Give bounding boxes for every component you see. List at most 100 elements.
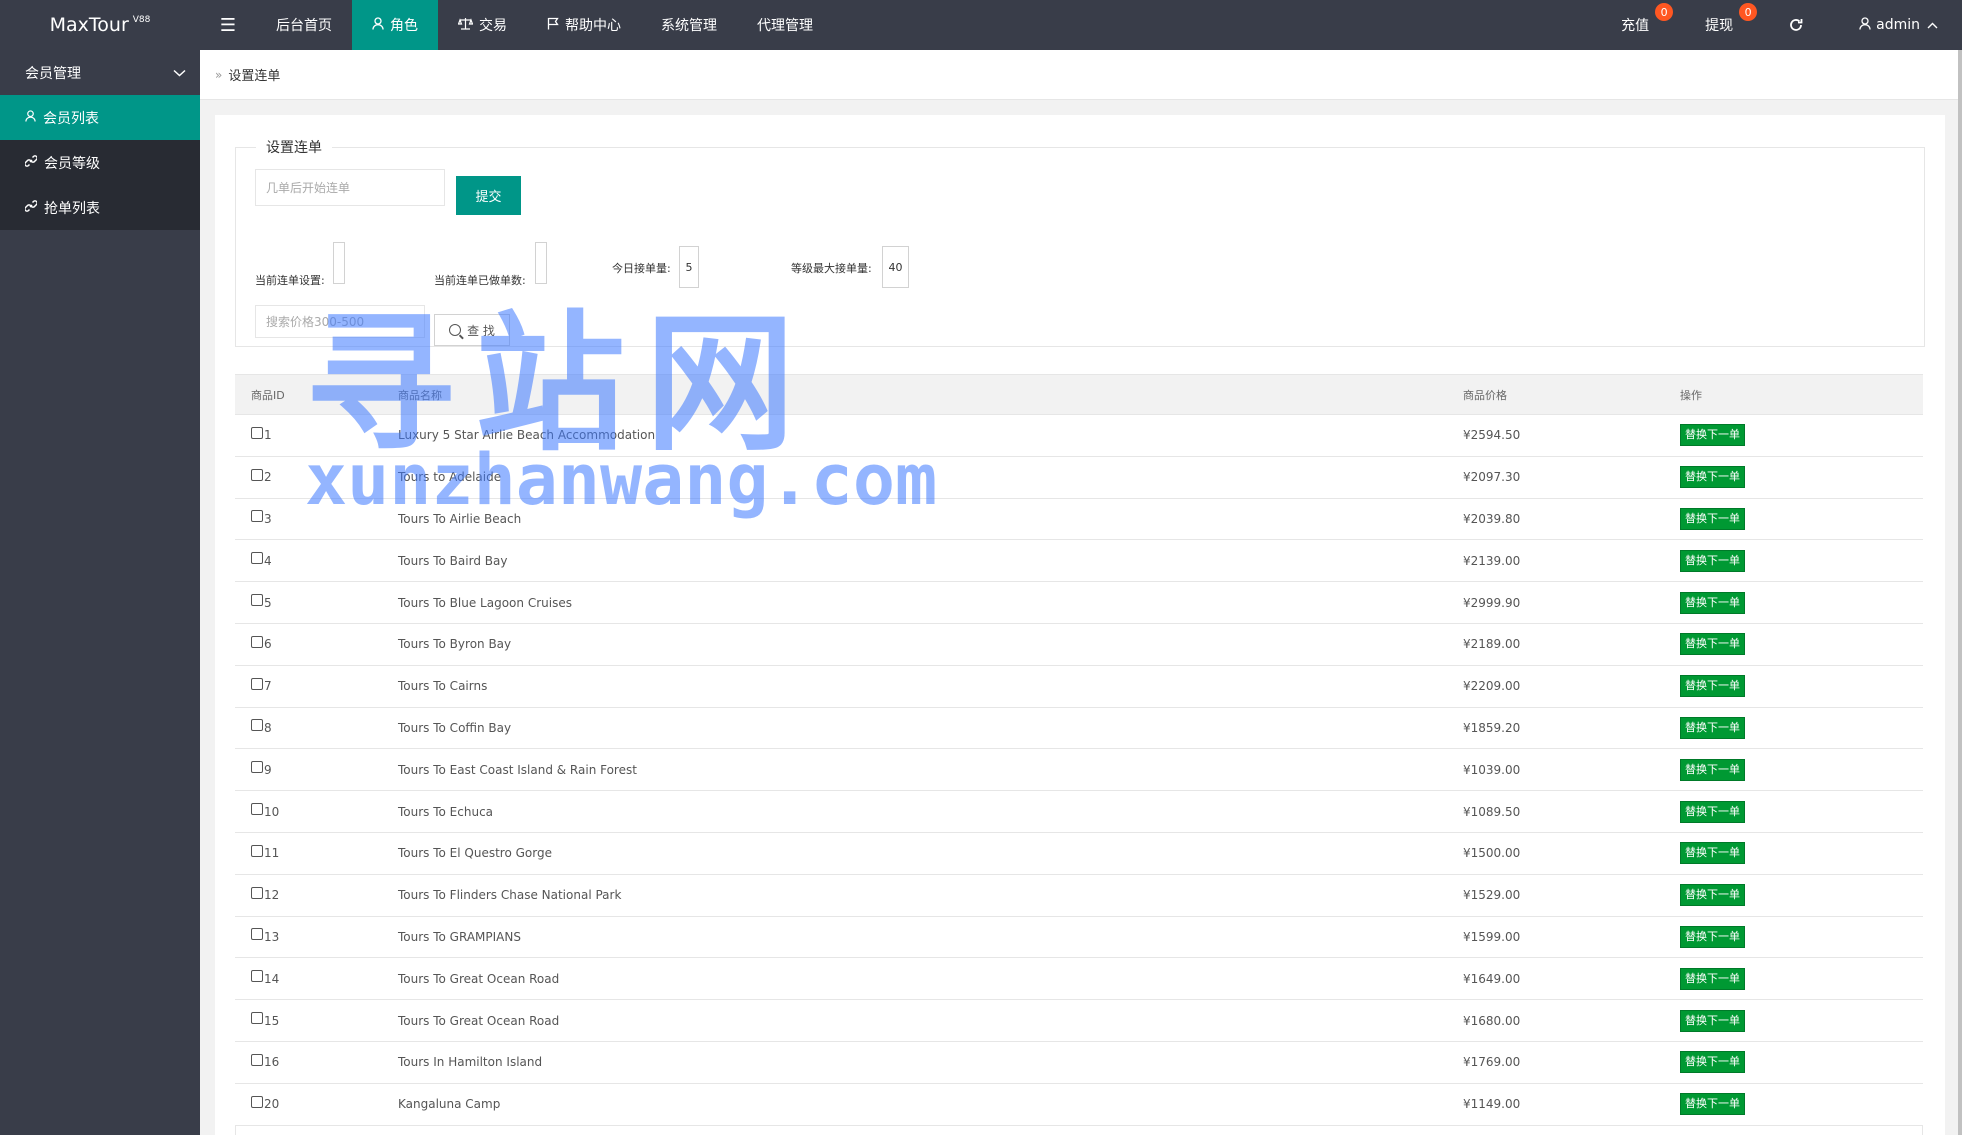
table-row: 5 Tours To Blue Lagoon Cruises ¥2999.90 替换下… [235,581,1923,624]
sidebar-item-member-list[interactable]: 会员列表 [0,95,200,140]
table-header-row: 商品ID 商品名称 商品价格 操作 [235,374,1923,415]
replace-next-order-button[interactable]: 替换下一单 [1680,549,1745,572]
product-price: ¥2594.50 [1463,414,1680,457]
user-icon [1859,16,1871,34]
row-checkbox[interactable] [251,719,263,732]
replace-next-order-button[interactable]: 替换下一单 [1680,1009,1745,1032]
replace-next-order-button[interactable]: 替换下一单 [1680,842,1745,865]
replace-next-order-button[interactable]: 替换下一单 [1680,925,1745,948]
nav-dashboard-label: 后台首页 [276,18,332,34]
menu-toggle-icon[interactable]: ☰ [200,0,256,50]
sidebar-group-members[interactable]: 会员管理 [0,50,200,95]
row-checkbox[interactable] [251,1012,263,1025]
nav-agent[interactable]: 代理管理 [737,0,833,50]
row-checkbox[interactable] [251,510,263,523]
replace-next-order-button[interactable]: 替换下一单 [1680,800,1745,823]
replace-next-order-button[interactable]: 替换下一单 [1680,466,1745,489]
row-checkbox[interactable] [251,886,263,899]
user-menu[interactable]: admin [1839,0,1962,50]
cell-id: 16 [235,1041,398,1084]
replace-next-order-button[interactable]: 替换下一单 [1680,633,1745,656]
row-checkbox[interactable] [251,468,263,481]
cell-id: 6 [235,623,398,666]
product-name: Tours To El Questro Gorge [398,832,1463,875]
col-header-action: 操作 [1680,374,1923,415]
search-button[interactable]: 查 找 [434,314,510,346]
replace-next-order-button[interactable]: 替换下一单 [1680,1051,1745,1074]
refresh-icon[interactable] [1755,0,1839,50]
row-checkbox[interactable] [251,677,263,690]
page-scrollbar[interactable] [1958,50,1962,1135]
chevron-down-icon [173,65,186,81]
row-checkbox[interactable] [251,928,263,941]
cell-id: 15 [235,999,398,1042]
product-name: Tours To Flinders Chase National Park [398,874,1463,917]
row-checkbox[interactable] [251,1053,263,1066]
user-icon [372,16,384,34]
price-search-input[interactable]: 搜索价格300-500 [255,305,425,338]
sidebar-submenu: 会员列表 会员等级 抢单列表 [0,95,200,230]
nav-system[interactable]: 系统管理 [641,0,737,50]
cell-id: 2 [235,456,398,499]
row-checkbox[interactable] [251,970,263,983]
app-logo[interactable]: MaxTour V88 [0,0,200,50]
table-row: 14 Tours To Great Ocean Road ¥1649.00 替换下一单 [235,957,1923,1001]
product-name: Tours to Adelaide [398,456,1463,499]
product-price: ¥1680.00 [1463,999,1680,1042]
nav-help[interactable]: 帮助中心 [527,0,641,50]
product-name: Tours To Great Ocean Road [398,957,1463,1001]
table-row: 3 Tours To Airlie Beach ¥2039.80 替换下一单 [235,498,1923,541]
submit-button[interactable]: 提交 [456,176,521,215]
breadcrumb-current[interactable]: 设置连单 [228,65,280,84]
row-checkbox[interactable] [251,552,263,565]
product-name: Tours To Cairns [398,665,1463,708]
recharge-button[interactable]: 充值 0 [1599,0,1674,50]
row-checkbox[interactable] [251,635,263,648]
row-checkbox[interactable] [251,844,263,857]
product-id: 9 [264,762,272,777]
row-checkbox[interactable] [251,594,263,607]
cell-id: 20 [235,1083,398,1126]
replace-next-order-button[interactable]: 替换下一单 [1680,716,1745,739]
col-header-name: 商品名称 [398,374,1463,415]
withdraw-button[interactable]: 提现 0 [1671,0,1758,50]
cell-id: 3 [235,498,398,541]
replace-next-order-button[interactable]: 替换下一单 [1680,884,1745,907]
replace-next-order-button[interactable]: 替换下一单 [1680,591,1745,614]
replace-next-order-button[interactable]: 替换下一单 [1680,424,1745,447]
table-row: 16 Tours In Hamilton Island ¥1769.00 替换下一单 [235,1041,1923,1084]
product-id: 3 [264,511,272,526]
product-name: Tours To East Coast Island & Rain Forest [398,748,1463,792]
sidebar-item-grab-list[interactable]: 抢单列表 [0,185,200,230]
sidebar-item-member-level[interactable]: 会员等级 [0,140,200,185]
product-id: 13 [264,929,280,944]
start-after-orders-input[interactable]: 几单后开始连单 [255,169,445,206]
sidebar-item-label: 抢单列表 [44,200,100,217]
replace-next-order-button[interactable]: 替换下一单 [1680,758,1745,781]
product-id: 15 [264,1013,280,1028]
row-checkbox[interactable] [251,761,263,774]
row-checkbox[interactable] [251,426,263,439]
table-row: 8 Tours To Coffin Bay ¥1859.20 替换下一单 [235,707,1923,750]
nav-dashboard[interactable]: 后台首页 [256,0,352,50]
cell-action: 替换下一单 [1680,874,1923,917]
nav-trade[interactable]: 交易 [438,0,527,50]
replace-next-order-button[interactable]: 替换下一单 [1680,507,1745,530]
replace-next-order-button[interactable]: 替换下一单 [1680,675,1745,698]
product-price: ¥2097.30 [1463,456,1680,499]
table-row: 12 Tours To Flinders Chase National Park ¥… [235,874,1923,917]
table-row: 7 Tours To Cairns ¥2209.00 替换下一单 [235,665,1923,708]
replace-next-order-button[interactable]: 替换下一单 [1680,1093,1745,1116]
nav-role[interactable]: 角色 [352,0,438,50]
product-name: Tours To Great Ocean Road [398,999,1463,1042]
cell-id: 13 [235,916,398,959]
product-id: 5 [264,595,272,610]
row-checkbox[interactable] [251,803,263,816]
cell-action: 替换下一单 [1680,999,1923,1042]
replace-next-order-button[interactable]: 替换下一单 [1680,967,1745,990]
sidebar-item-label: 会员等级 [44,155,100,172]
table-row: 11 Tours To El Questro Gorge ¥1500.00 替换下一单 [235,832,1923,875]
row-checkbox[interactable] [251,1095,263,1108]
product-id: 12 [264,888,280,903]
product-price: ¥2139.00 [1463,539,1680,583]
